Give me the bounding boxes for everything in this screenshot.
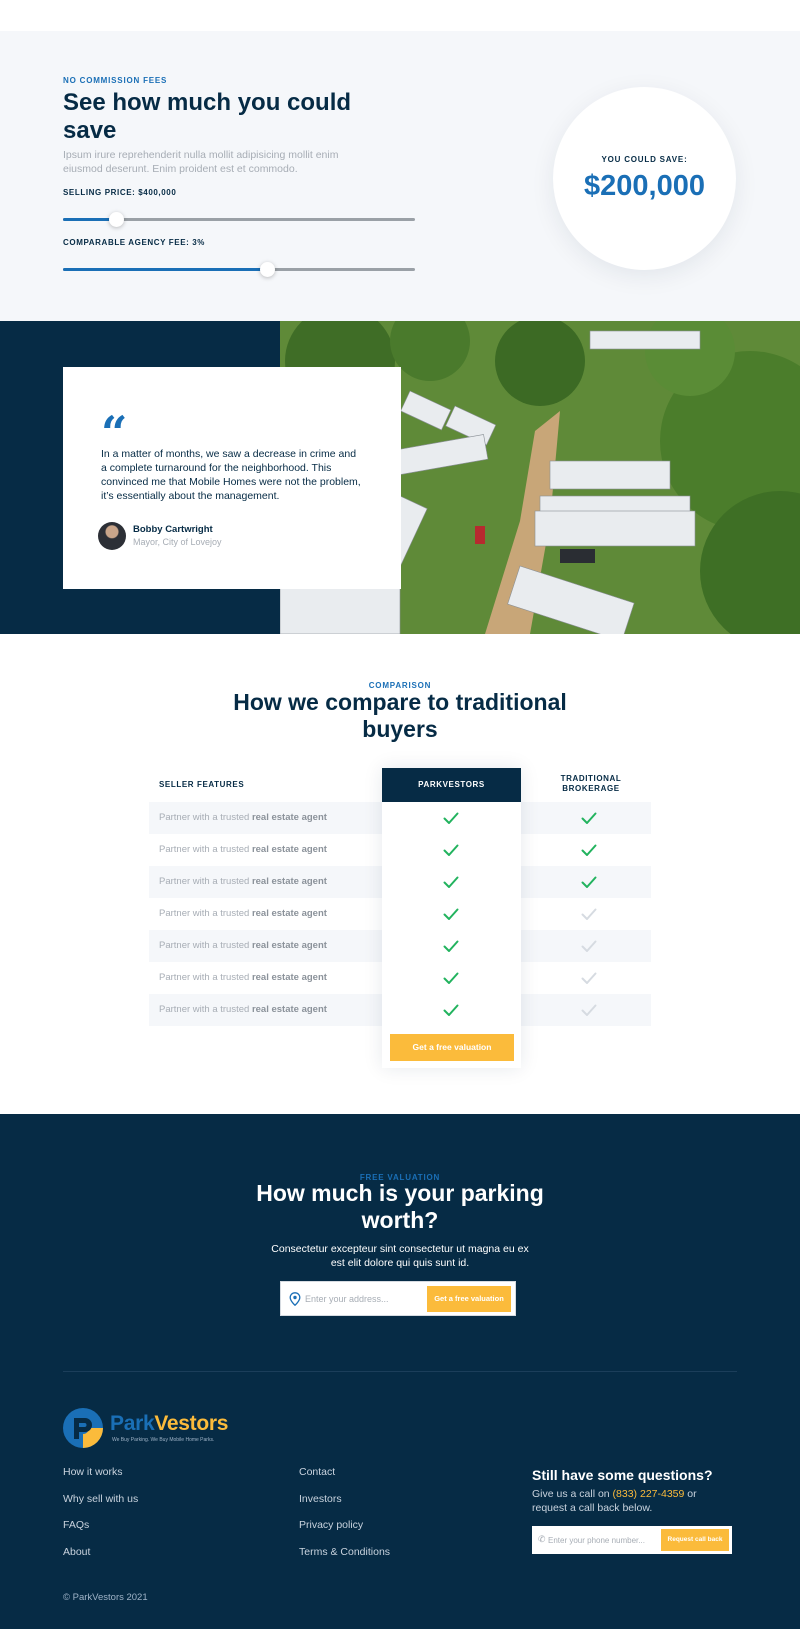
- phone-input[interactable]: [548, 1532, 658, 1548]
- selling-price-label: SELLING PRICE: $400,000: [63, 188, 177, 197]
- seller-feature-label: Partner with a trusted real estate agent: [159, 972, 327, 983]
- selling-price-slider-fill: [63, 218, 116, 221]
- testimonial-card: “ In a matter of months, we saw a decrea…: [63, 367, 401, 589]
- parkvestors-check-icon: [442, 873, 460, 891]
- parkvestors-check-icon: [442, 969, 460, 987]
- footer-link[interactable]: How it works: [63, 1466, 123, 1478]
- testimonial-section: “ In a matter of months, we saw a decrea…: [0, 321, 800, 634]
- valuation-subtitle: Consectetur excepteur sint consectetur u…: [271, 1243, 529, 1269]
- seller-feature-label: Partner with a trusted real estate agent: [159, 876, 327, 887]
- footer-link[interactable]: Why sell with us: [63, 1493, 138, 1505]
- seller-feature-label: Partner with a trusted real estate agent: [159, 844, 327, 855]
- seller-feature-bold: real estate agent: [251, 844, 327, 855]
- logo-word-vestors: Vestors: [154, 1412, 229, 1435]
- seller-feature-prefix: Partner with a trusted: [159, 1004, 252, 1015]
- logo-wordmark: ParkVestors: [110, 1412, 228, 1436]
- agency-fee-slider-fill: [63, 268, 268, 271]
- savings-result-circle: YOU COULD SAVE: $200,000: [553, 87, 736, 270]
- seller-feature-prefix: Partner with a trusted: [159, 972, 252, 983]
- traditional-check-icon: [580, 969, 598, 987]
- agency-fee-slider-thumb[interactable]: [260, 262, 276, 277]
- questions-title: Still have some questions?: [532, 1467, 713, 1483]
- savings-calculator: NO COMMISSION FEES See how much you coul…: [0, 31, 800, 321]
- column-header-features: SELLER FEATURES: [159, 780, 245, 789]
- seller-feature-prefix: Partner with a trusted: [159, 908, 252, 919]
- comparison-section: COMPARISON How we compare to traditional…: [0, 634, 800, 1114]
- savings-eyebrow: NO COMMISSION FEES: [63, 76, 168, 85]
- questions-text-before: Give us a call on: [532, 1488, 613, 1500]
- seller-feature-bold: real estate agent: [251, 972, 327, 983]
- parkvestors-check-icon: [442, 809, 460, 827]
- seller-feature-prefix: Partner with a trusted: [159, 940, 252, 951]
- traditional-check-icon: [580, 873, 598, 891]
- footer-link[interactable]: Terms & Conditions: [299, 1546, 390, 1558]
- testimonial-quote: In a matter of months, we saw a decrease…: [101, 448, 361, 502]
- parkvestors-logo[interactable]: ParkVestors We Buy Parking. We Buy Mobil…: [63, 1408, 243, 1452]
- copyright: © ParkVestors 2021: [63, 1592, 148, 1603]
- traditional-check-icon: [580, 1001, 598, 1019]
- traditional-check-icon: [580, 841, 598, 859]
- seller-feature-bold: real estate agent: [251, 812, 327, 823]
- valuation-title: How much is your parking worth?: [256, 1180, 544, 1233]
- footer-link[interactable]: Investors: [299, 1493, 342, 1505]
- savings-title: See how much you could save: [63, 89, 352, 144]
- seller-feature-label: Partner with a trusted real estate agent: [159, 908, 327, 919]
- request-callback-button[interactable]: Request call back: [661, 1529, 729, 1551]
- top-strip: [0, 0, 800, 31]
- testimonial-author-name: Bobby Cartwright: [133, 524, 213, 535]
- logo-word-park: Park: [110, 1412, 155, 1435]
- seller-feature-bold: real estate agent: [251, 1004, 327, 1015]
- column-header-parkvestors: PARKVESTORS: [382, 768, 521, 802]
- column-header-traditional: TRADITIONAL BROKERAGE: [560, 774, 622, 793]
- seller-feature-label: Partner with a trusted real estate agent: [159, 812, 327, 823]
- avatar: [98, 522, 126, 550]
- parkvestors-check-icon: [442, 937, 460, 955]
- parkvestors-check-icon: [442, 1001, 460, 1019]
- seller-feature-prefix: Partner with a trusted: [159, 812, 252, 823]
- savings-result-label: YOU COULD SAVE:: [601, 155, 688, 164]
- testimonial-author-role: Mayor, City of Lovejoy: [133, 537, 222, 547]
- seller-feature-bold: real estate agent: [251, 876, 327, 887]
- address-submit-button[interactable]: Get a free valuation: [427, 1286, 511, 1312]
- savings-lead: Ipsum irure reprehenderit nulla mollit a…: [63, 149, 339, 175]
- footer-divider: [63, 1371, 737, 1372]
- selling-price-slider[interactable]: [63, 212, 415, 227]
- phone-icon: ✆: [538, 1534, 546, 1544]
- seller-feature-prefix: Partner with a trusted: [159, 844, 252, 855]
- traditional-check-icon: [580, 905, 598, 923]
- location-pin-icon: [289, 1292, 301, 1306]
- logo-tagline: We Buy Parking. We Buy Mobile Home Parks…: [112, 1437, 215, 1443]
- questions-text: Give us a call on (833) 227-4359 or requ…: [532, 1487, 732, 1515]
- footer-link[interactable]: Privacy policy: [299, 1519, 363, 1531]
- traditional-check-icon: [580, 809, 598, 827]
- traditional-check-icon: [580, 937, 598, 955]
- selling-price-slider-thumb[interactable]: [108, 212, 124, 227]
- callback-form: ✆ Request call back: [532, 1526, 732, 1554]
- seller-feature-prefix: Partner with a trusted: [159, 876, 252, 887]
- agency-fee-label: COMPARABLE AGENCY FEE: 3%: [63, 238, 205, 247]
- seller-feature-label: Partner with a trusted real estate agent: [159, 1004, 327, 1015]
- footer-link[interactable]: About: [63, 1546, 90, 1558]
- seller-feature-bold: real estate agent: [251, 908, 327, 919]
- phone-number-link[interactable]: (833) 227-4359: [613, 1488, 685, 1500]
- parkvestors-check-icon: [442, 841, 460, 859]
- address-form: Get a free valuation: [280, 1281, 516, 1316]
- agency-fee-slider[interactable]: [63, 262, 415, 277]
- address-input[interactable]: [305, 1291, 425, 1307]
- seller-feature-bold: real estate agent: [251, 940, 327, 951]
- parkvestors-check-icon: [442, 905, 460, 923]
- valuation-and-footer: FREE VALUATION How much is your parking …: [0, 1114, 800, 1629]
- savings-result-amount: $200,000: [584, 170, 705, 202]
- parkvestors-logo-icon: [63, 1408, 103, 1448]
- seller-feature-label: Partner with a trusted real estate agent: [159, 940, 327, 951]
- footer-link[interactable]: FAQs: [63, 1519, 89, 1531]
- comparison-title: How we compare to traditional buyers: [233, 689, 567, 742]
- get-valuation-button[interactable]: Get a free valuation: [390, 1034, 514, 1061]
- footer-link[interactable]: Contact: [299, 1466, 335, 1478]
